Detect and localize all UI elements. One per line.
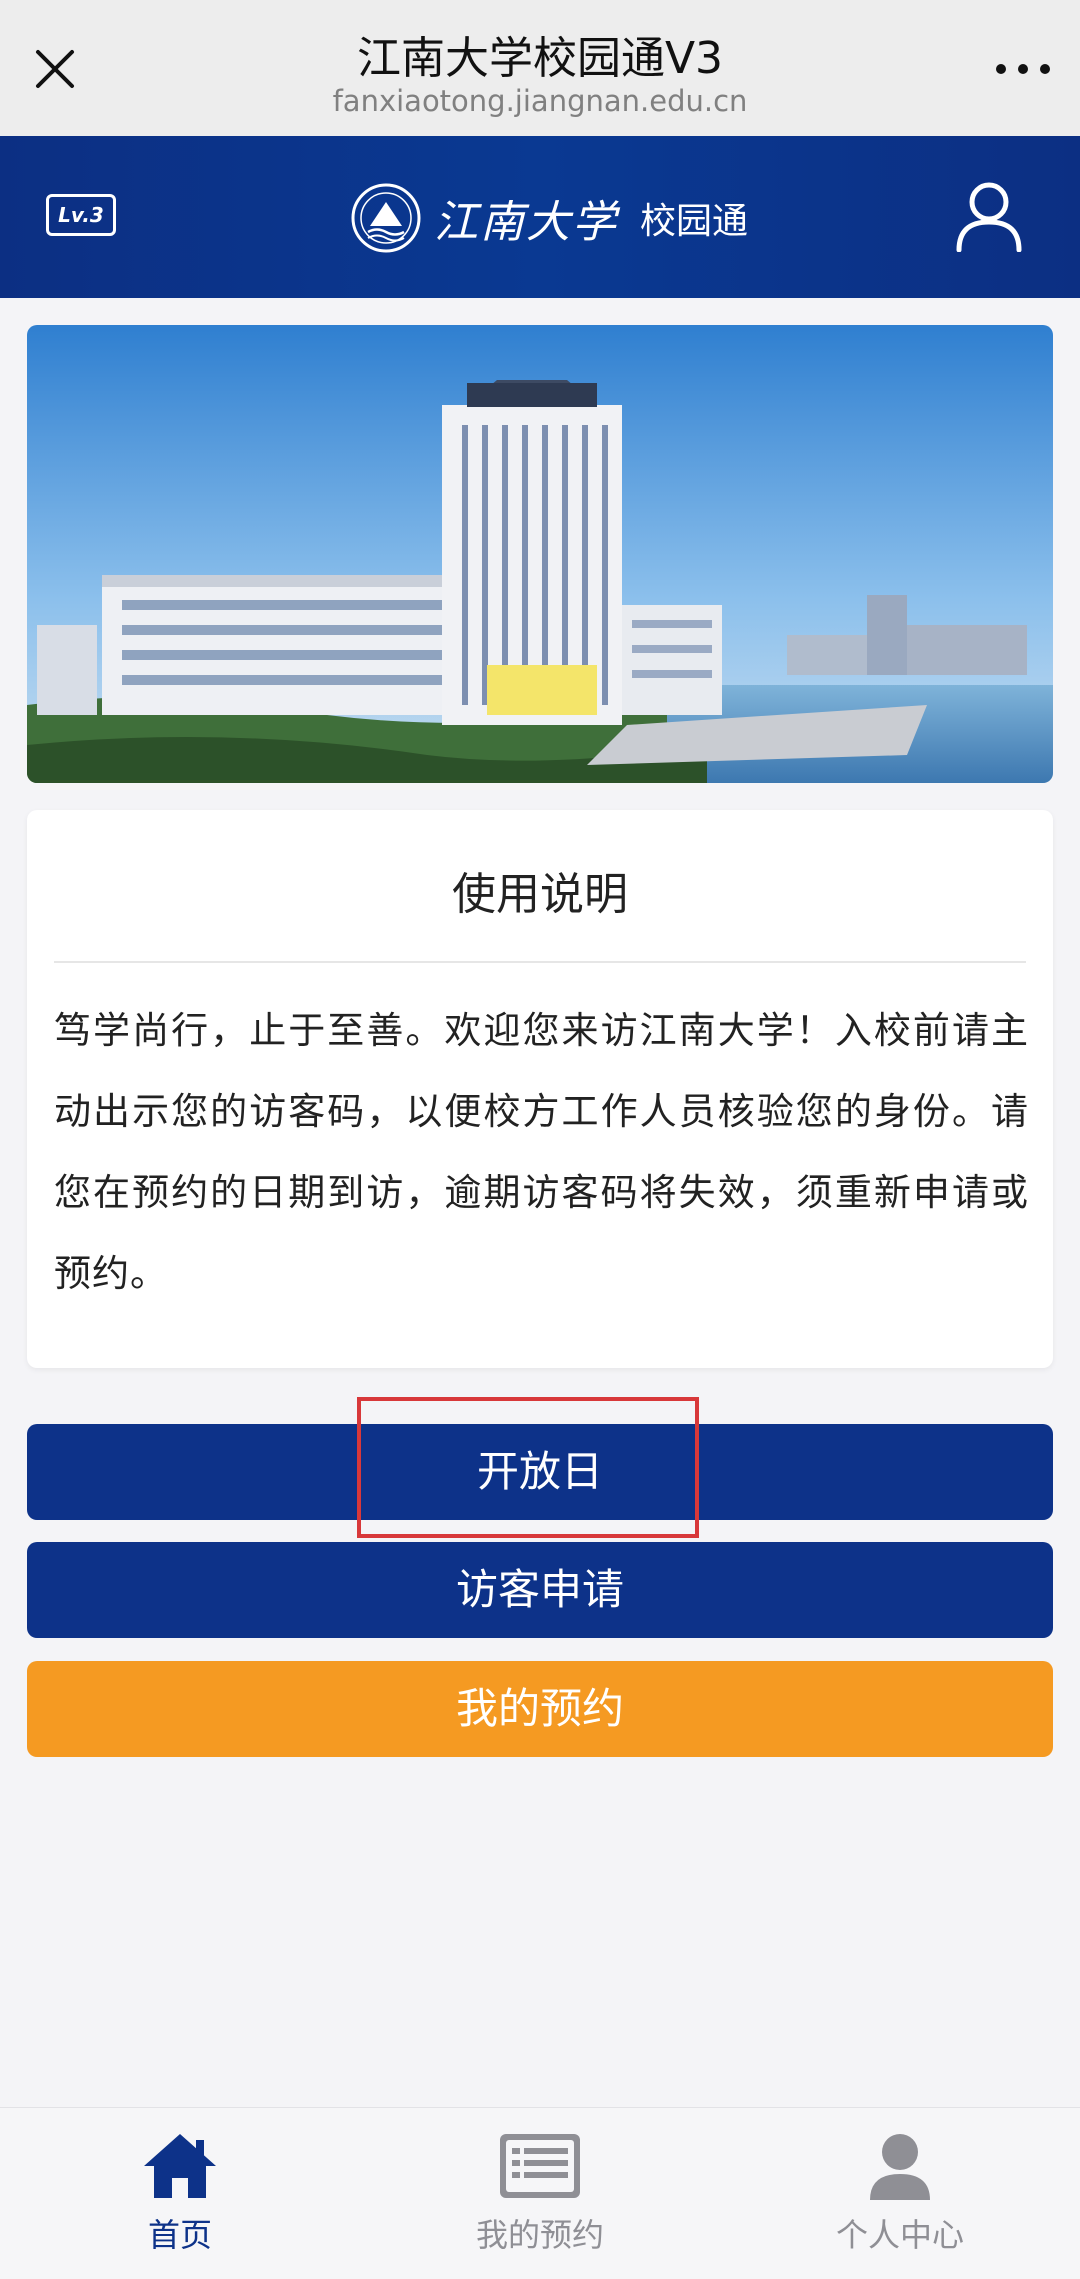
level-badge: Lv.3 [46, 194, 116, 236]
site-header: Lv.3 江南大学 校园通 [0, 136, 1080, 298]
nav-my-appointments[interactable]: 我的预约 [430, 2130, 650, 2256]
university-emblem-icon [351, 183, 421, 253]
user-icon[interactable] [954, 180, 1024, 252]
browser-top-bar: 江南大学校园通V3 fanxiaotong.jiangnan.edu.cn [0, 0, 1080, 136]
nav-home-label: 首页 [147, 2216, 212, 2254]
my-appointments-button[interactable]: 我的预约 [27, 1661, 1053, 1757]
home-icon [144, 2134, 216, 2198]
nav-personal-label: 个人中心 [835, 2216, 964, 2254]
nav-personal-center[interactable]: 个人中心 [790, 2130, 1010, 2256]
list-icon [500, 2134, 580, 2198]
divider [54, 961, 1026, 963]
university-logo: 江南大学 校园通 [350, 182, 748, 254]
open-day-button[interactable]: 开放日 [27, 1424, 1053, 1520]
instructions-card: 使用说明 笃学尚行，止于至善。欢迎您来访江南大学！入校前请主动出示您的访客码，以… [27, 810, 1053, 1368]
logo-text: 江南大学 [434, 197, 618, 248]
app-name: 校园通 [640, 201, 749, 242]
nav-home[interactable]: 首页 [70, 2130, 290, 2256]
person-icon [870, 2134, 930, 2200]
instructions-body: 笃学尚行，止于至善。欢迎您来访江南大学！入校前请主动出示您的访客码，以便校方工作… [54, 1009, 1029, 1295]
bottom-nav: 首页 我的预约 个人中心 [0, 2107, 1080, 2279]
page-title: 江南大学校园通V3 [356, 33, 724, 84]
more-options-icon[interactable] [996, 62, 1050, 76]
campus-banner-image [27, 325, 1053, 783]
nav-appointments-label: 我的预约 [475, 2216, 604, 2254]
instructions-title: 使用说明 [452, 869, 628, 920]
page-url: fanxiaotong.jiangnan.edu.cn [332, 84, 748, 118]
visitor-apply-button[interactable]: 访客申请 [27, 1542, 1053, 1638]
